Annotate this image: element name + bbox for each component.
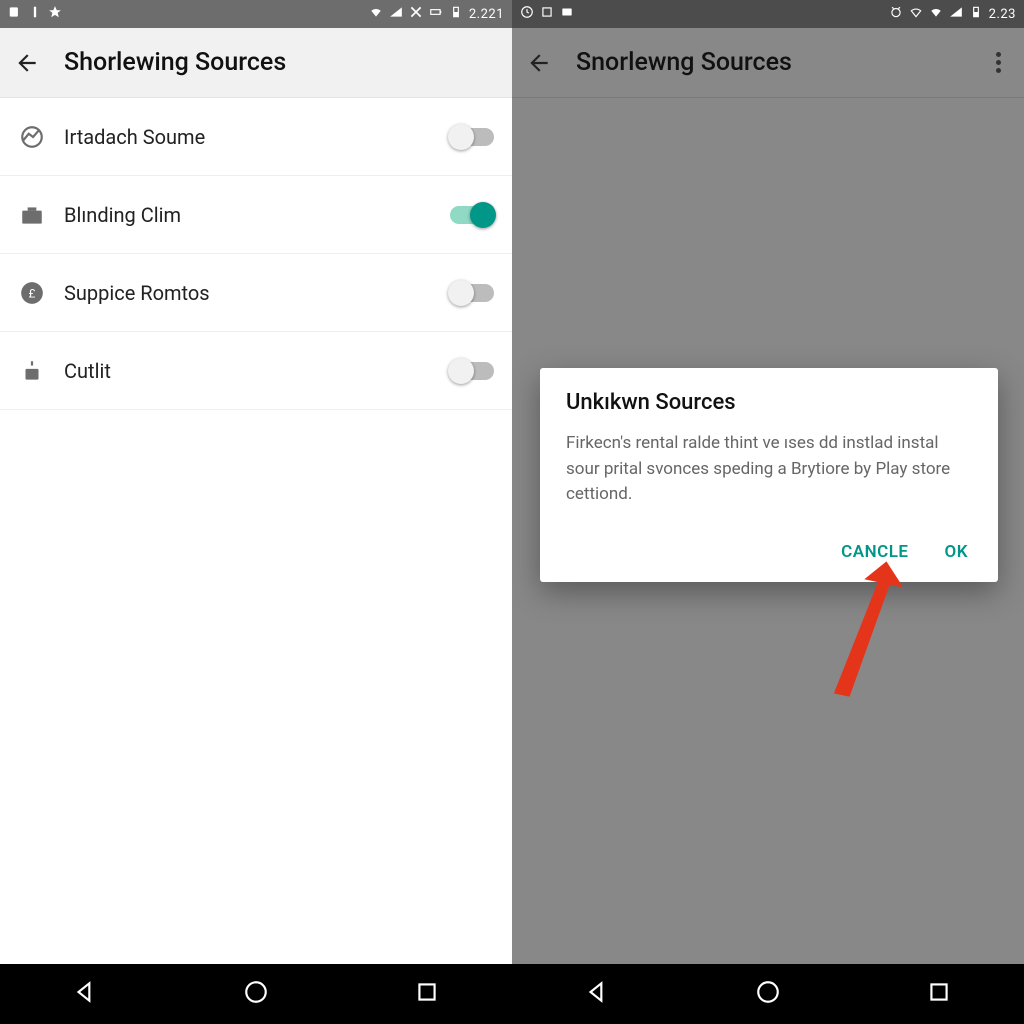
list-item[interactable]: £ Suppice Romtos xyxy=(0,254,512,332)
card-icon xyxy=(560,5,574,23)
dialog-body: Firkecn's rental ralde thint ve ıses dd … xyxy=(566,431,972,508)
arrow-annotation xyxy=(822,558,902,728)
overflow-menu[interactable] xyxy=(986,52,1010,73)
list-item[interactable]: Cutlit xyxy=(0,332,512,410)
star-icon xyxy=(48,5,62,23)
status-bar: 2.221 xyxy=(0,0,512,28)
wifi-icon xyxy=(909,5,923,23)
box-icon xyxy=(540,5,554,23)
signal-icon xyxy=(389,5,403,23)
back-button[interactable] xyxy=(14,50,40,76)
nav-back-icon[interactable] xyxy=(72,979,98,1009)
ok-button[interactable]: OK xyxy=(941,536,973,568)
settings-list: Irtadach Soume Blınding Clim £ Suppice R… xyxy=(0,98,512,410)
content: Irtadach Soume Blınding Clim £ Suppice R… xyxy=(0,98,512,964)
status-time: 2.23 xyxy=(989,7,1016,22)
list-item-label: Suppice Romtos xyxy=(64,281,210,305)
nav-back-icon[interactable] xyxy=(584,979,610,1009)
notif-icon xyxy=(8,5,22,23)
toggle-switch[interactable] xyxy=(450,362,494,380)
page-title: Snorlewng Sources xyxy=(576,48,792,77)
list-item-label: Irtadach Soume xyxy=(64,125,205,149)
phone-right: 2.23 Snorlewng Sources Unkıkwn Sources F… xyxy=(512,0,1024,1024)
cross-icon xyxy=(409,5,423,23)
page-title: Shorlewing Sources xyxy=(64,48,286,77)
toggle-switch[interactable] xyxy=(450,206,494,224)
lock-icon xyxy=(18,357,46,385)
badge-icon: £ xyxy=(18,279,46,307)
info-icon xyxy=(28,5,42,23)
briefcase-icon xyxy=(18,201,46,229)
svg-text:£: £ xyxy=(29,286,36,300)
toggle-switch[interactable] xyxy=(450,128,494,146)
status-bar: 2.23 xyxy=(512,0,1024,28)
battery-icon xyxy=(449,5,463,23)
list-item[interactable]: Irtadach Soume xyxy=(0,98,512,176)
nav-home-icon[interactable] xyxy=(243,979,269,1009)
toggle-switch[interactable] xyxy=(450,284,494,302)
list-item[interactable]: Blınding Clim xyxy=(0,176,512,254)
wifi-icon xyxy=(369,5,383,23)
nav-recent-icon[interactable] xyxy=(926,979,952,1009)
battery-icon xyxy=(969,5,983,23)
list-item-label: Blınding Clim xyxy=(64,203,181,227)
alarm-icon xyxy=(889,5,903,23)
status-time: 2.221 xyxy=(469,7,504,22)
dialog-actions: CANCLE OK xyxy=(566,536,972,568)
wifi-full-icon xyxy=(929,5,943,23)
list-item-label: Cutlit xyxy=(64,359,111,383)
app-bar: Snorlewng Sources xyxy=(512,28,1024,98)
nav-recent-icon[interactable] xyxy=(414,979,440,1009)
dialog-title: Unkıkwn Sources xyxy=(566,390,972,415)
nav-home-icon[interactable] xyxy=(755,979,781,1009)
clock-icon xyxy=(520,5,534,23)
nav-bar xyxy=(512,964,1024,1024)
app-bar: Shorlewing Sources xyxy=(0,28,512,98)
phone-left: 2.221 Shorlewing Sources Irtadach Soume … xyxy=(0,0,512,1024)
globe-icon xyxy=(18,123,46,151)
charge-icon xyxy=(429,5,443,23)
cancel-button[interactable]: CANCLE xyxy=(837,536,912,568)
signal-icon xyxy=(949,5,963,23)
nav-bar xyxy=(0,964,512,1024)
content: Unkıkwn Sources Firkecn's rental ralde t… xyxy=(512,98,1024,964)
back-button[interactable] xyxy=(526,50,552,76)
dialog: Unkıkwn Sources Firkecn's rental ralde t… xyxy=(540,368,998,582)
